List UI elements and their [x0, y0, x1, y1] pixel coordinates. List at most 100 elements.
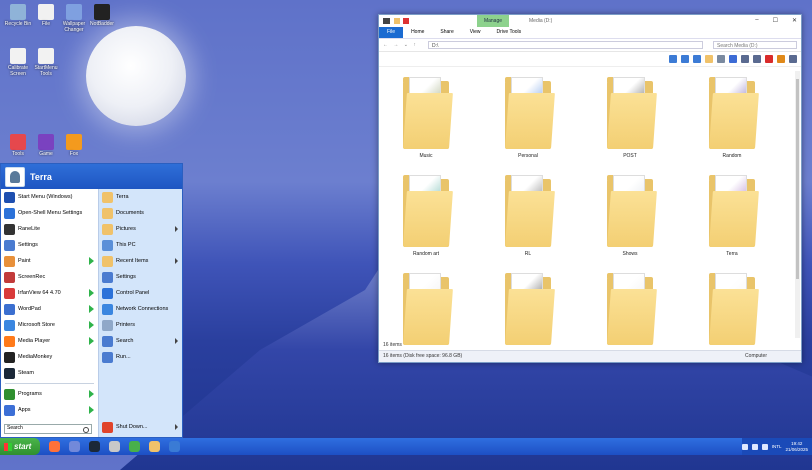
copy-icon[interactable] [741, 55, 749, 63]
start-menu-item[interactable]: Settings [1, 237, 98, 253]
delete-icon[interactable] [765, 55, 773, 63]
steam-icon[interactable] [89, 441, 100, 452]
folder-label: Random art [412, 251, 440, 257]
layout-icon[interactable] [669, 55, 677, 63]
start-menu-item[interactable]: Open-Shell Menu Settings [1, 205, 98, 221]
start-menu-item[interactable]: Control Panel [99, 285, 182, 301]
desktop-icon[interactable]: File [32, 4, 60, 27]
start-menu-item[interactable]: WordPad [1, 301, 98, 317]
start-menu-item[interactable]: Paint [1, 253, 98, 269]
shutdown-button[interactable]: Shut Down... [99, 419, 182, 435]
start-menu-item[interactable]: MediaMonkey [1, 349, 98, 365]
start-menu-item-label: Network Connections [116, 306, 169, 312]
desktop-icon[interactable]: Game [32, 134, 60, 157]
language-indicator[interactable]: INTL [772, 444, 782, 449]
ribbon-tab[interactable]: Home [403, 27, 432, 38]
start-menu-item[interactable]: Terra [99, 189, 182, 205]
xbox-icon[interactable] [129, 441, 140, 452]
desktop-icon[interactable]: StartMenu Tools [32, 48, 60, 77]
ribbon-tab[interactable]: View [462, 27, 489, 38]
clock[interactable]: 19:42 21/06/2025 [785, 441, 808, 453]
search-input[interactable]: Search Media (D:) [713, 41, 797, 49]
navigation-arrows[interactable]: ← → ⌄ ↑ [379, 42, 425, 48]
info-bar: 16 items (Disk free space: 96.8 GB) Comp… [379, 350, 801, 362]
start-menu-item[interactable]: This PC [99, 237, 182, 253]
start-menu-item[interactable]: ScreenRec [1, 269, 98, 285]
rename-icon[interactable] [789, 55, 797, 63]
start-menu-item[interactable]: RaneLite [1, 221, 98, 237]
folder-item[interactable] [493, 267, 563, 357]
folder-item[interactable]: Random art [391, 169, 461, 259]
folder-icon [505, 273, 555, 345]
desktop-icon[interactable]: NotBadder [88, 4, 116, 27]
separator [5, 383, 94, 384]
start-menu-item-label: RaneLite [18, 226, 41, 232]
folder-item[interactable]: Random [697, 71, 767, 161]
paste-icon[interactable] [753, 55, 761, 63]
media-icon[interactable] [169, 441, 180, 452]
ribbon-tab[interactable]: Share [432, 27, 461, 38]
details-icon[interactable] [693, 55, 701, 63]
address-bar[interactable]: D:\ [428, 41, 703, 49]
firefox-icon[interactable] [49, 441, 60, 452]
start-menu-item[interactable]: Pictures [99, 221, 182, 237]
minimize-icon[interactable]: – [755, 17, 758, 24]
start-menu-item[interactable]: Run... [99, 349, 182, 365]
chat-icon[interactable] [109, 441, 120, 452]
windows-flag-icon [4, 442, 12, 451]
start-menu-item-label: Pictures [116, 226, 136, 232]
folder-item[interactable] [595, 267, 665, 357]
folder-item[interactable]: RL [493, 169, 563, 259]
close-icon[interactable]: ✕ [792, 17, 797, 24]
properties-icon[interactable] [717, 55, 725, 63]
start-menu-item[interactable]: IrfanView 64 4.70 [1, 285, 98, 301]
avatar[interactable] [5, 166, 25, 187]
network-icon[interactable] [741, 443, 748, 450]
app-icon [10, 134, 26, 150]
vertical-scrollbar[interactable] [795, 71, 800, 338]
folder-item[interactable]: Terra [697, 169, 767, 259]
start-search-input[interactable]: Search [4, 424, 92, 434]
folder-item[interactable]: POST [595, 71, 665, 161]
volume-icon[interactable] [751, 443, 758, 450]
start-menu-item[interactable]: Microsoft Store [1, 317, 98, 333]
discord-icon[interactable] [69, 441, 80, 452]
start-menu-item-label: Settings [18, 242, 38, 248]
check-icon[interactable] [777, 55, 785, 63]
ribbon-tab[interactable]: File [379, 27, 404, 38]
start-menu-item[interactable]: Printers [99, 317, 182, 333]
start-button[interactable]: start [0, 438, 40, 455]
start-menu-item[interactable]: Steam [1, 365, 98, 381]
folder-item[interactable]: Shows [595, 169, 665, 259]
desktop-icon[interactable]: Tools [4, 134, 32, 157]
start-menu-item[interactable]: Media Player [1, 333, 98, 349]
quick-access-icon[interactable] [403, 18, 409, 24]
start-menu-item[interactable]: Recent Items [99, 253, 182, 269]
start-menu-item[interactable]: Start Menu (Windows) [1, 189, 98, 205]
start-menu-item[interactable]: Programs [1, 386, 98, 402]
desktop-icon[interactable]: Recycle Bin [4, 4, 32, 27]
folder-grid: Music Personal POST Random Random art RL Shows… [387, 71, 793, 345]
panes-icon[interactable] [681, 55, 689, 63]
folder-icon [505, 175, 555, 247]
start-menu-item[interactable]: Search [99, 333, 182, 349]
folder-item[interactable]: Personal [493, 71, 563, 161]
start-menu-item[interactable]: Documents [99, 205, 182, 221]
desktop-icon[interactable]: Fox [60, 134, 88, 157]
explorer-icon[interactable] [149, 441, 160, 452]
start-menu-item[interactable]: Network Connections [99, 301, 182, 317]
app-icon [102, 351, 113, 363]
start-menu-item[interactable]: Settings [99, 269, 182, 285]
battery-icon[interactable] [761, 443, 768, 450]
desktop-icon[interactable]: Wallpaper Changer [60, 4, 88, 33]
desktop-icon[interactable]: Calibrate Screen [4, 48, 32, 77]
system-menu-icon[interactable] [383, 18, 390, 24]
folder-item[interactable]: Music [391, 71, 461, 161]
folder-icon[interactable] [705, 55, 713, 63]
maximize-icon[interactable]: ☐ [773, 17, 778, 24]
cut-icon[interactable] [729, 55, 737, 63]
ribbon-tab[interactable]: Drive Tools [489, 27, 530, 38]
manage-tab[interactable]: Manage [477, 15, 509, 27]
folder-item[interactable] [697, 267, 767, 357]
start-menu-item[interactable]: Apps [1, 402, 98, 418]
